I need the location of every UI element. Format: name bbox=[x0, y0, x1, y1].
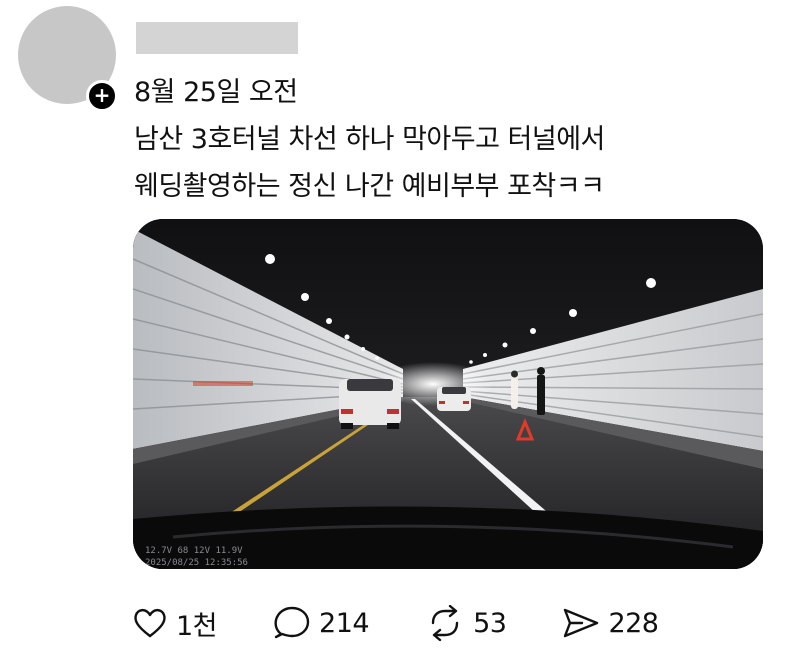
dashcam-readout-1: 12.7V 68 12V 11.9V bbox=[145, 546, 243, 556]
share-button[interactable]: 228 bbox=[562, 605, 659, 641]
post-card: + 8월 25일 오전 남산 3호터널 차선 하나 막아두고 터널에서 웨딩촬영… bbox=[0, 0, 800, 669]
repost-count: 53 bbox=[473, 607, 507, 639]
post-text: 남산 3호터널 차선 하나 막아두고 터널에서 웨딩촬영하는 정신 나간 예비부… bbox=[134, 116, 605, 210]
paper-plane-icon bbox=[564, 608, 599, 638]
repost-arrows-icon bbox=[431, 605, 459, 641]
action-bar: 1천 214 53 228 bbox=[132, 600, 714, 646]
repost-button[interactable]: 53 bbox=[425, 605, 507, 641]
share-count: 228 bbox=[608, 607, 659, 639]
like-button[interactable]: 1천 bbox=[132, 604, 218, 643]
reply-button[interactable]: 214 bbox=[273, 605, 370, 641]
username-redacted bbox=[136, 22, 298, 54]
post-timestamp: 8월 25일 오전 bbox=[134, 77, 298, 108]
heart-icon bbox=[134, 608, 166, 638]
follow-plus-icon[interactable]: + bbox=[86, 80, 118, 112]
speech-bubble-icon bbox=[274, 606, 310, 639]
post-text-line-1: 남산 3호터널 차선 하나 막아두고 터널에서 bbox=[134, 124, 605, 155]
like-count: 1천 bbox=[176, 610, 218, 642]
dashcam-readout-2: 2025/08/25 12:35:56 bbox=[145, 558, 248, 568]
post-media-image[interactable]: 12.7V 68 12V 11.9V 2025/08/25 12:35:56 bbox=[133, 219, 763, 569]
reply-count: 214 bbox=[319, 607, 370, 639]
tunnel-dashcam-scene: 12.7V 68 12V 11.9V 2025/08/25 12:35:56 bbox=[133, 219, 763, 569]
post-text-line-2: 웨딩촬영하는 정신 나간 예비부부 포착ㅋㅋ bbox=[134, 171, 605, 202]
